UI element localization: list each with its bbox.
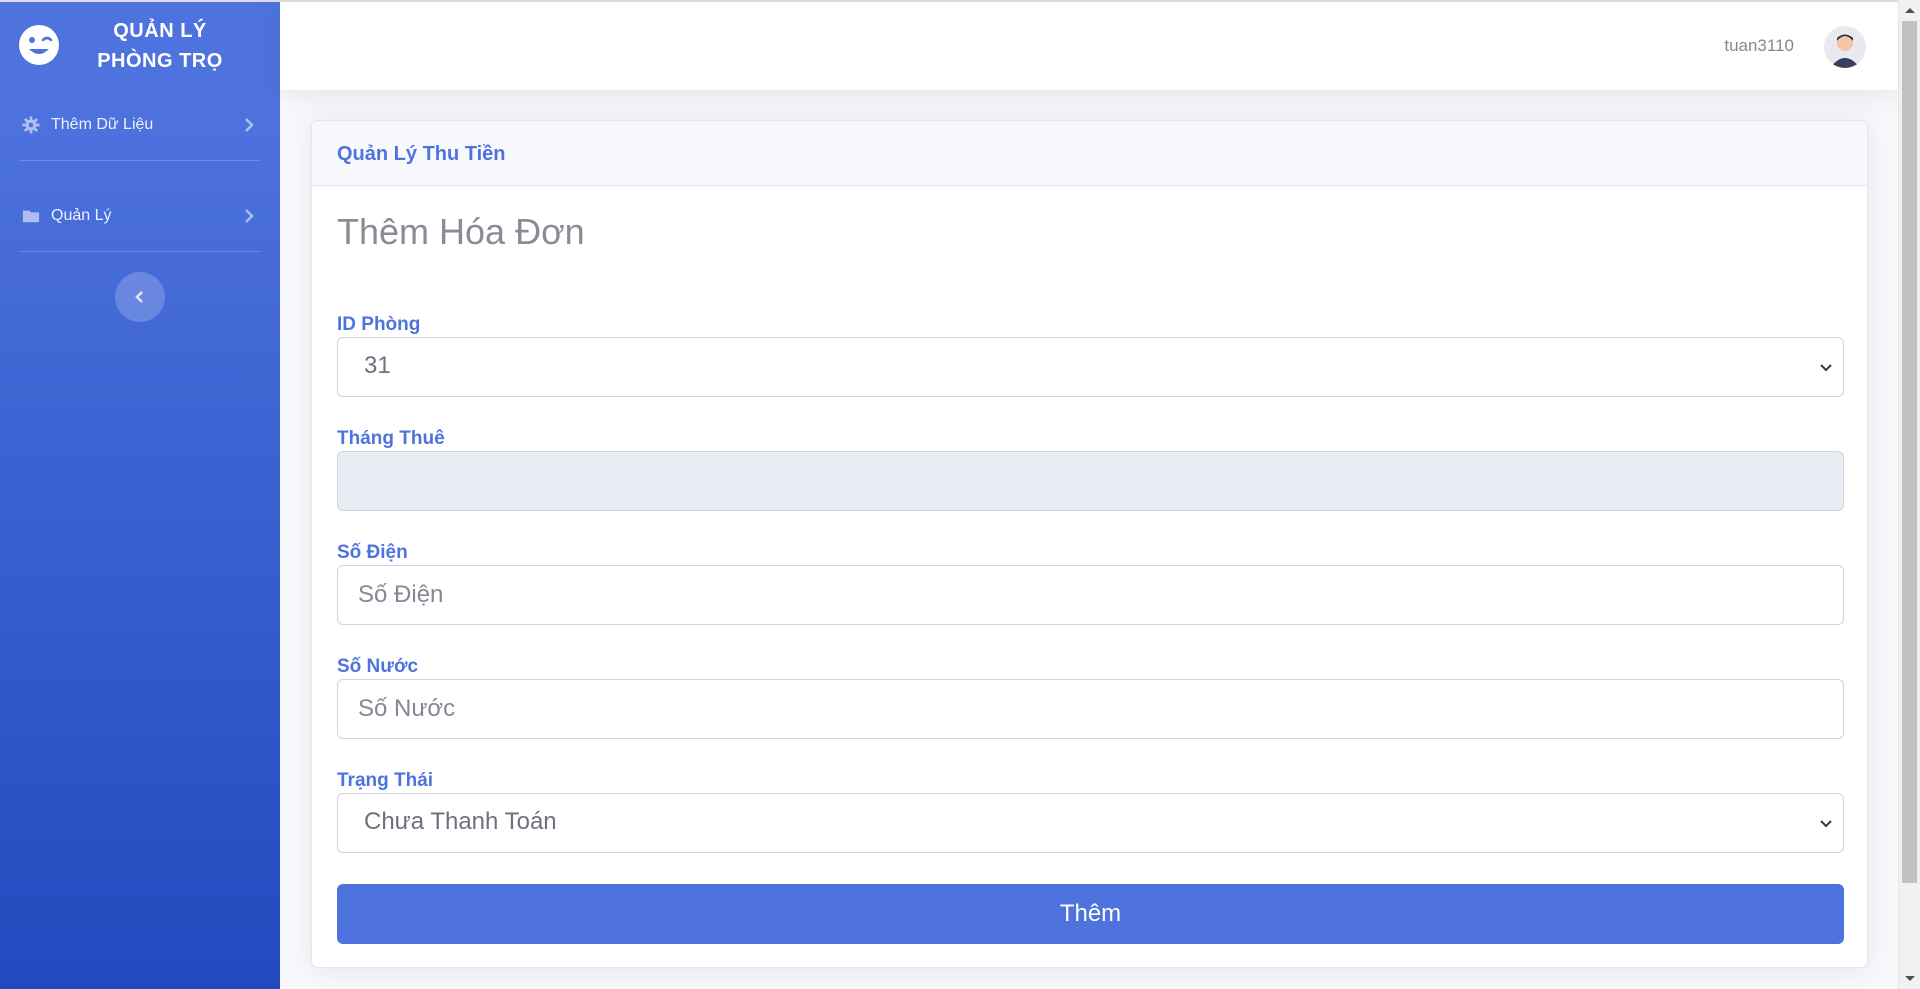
brand[interactable]: QUẢN LÝ PHÒNG TRỌ <box>0 0 280 90</box>
sidebar-divider <box>19 251 260 252</box>
electric-label: Số Điện <box>337 542 408 563</box>
user-avatar-icon[interactable] <box>1824 26 1866 68</box>
topbar: tuan3110 <box>280 2 1898 90</box>
chevron-down-icon <box>1820 820 1832 828</box>
billing-card: Quản Lý Thu Tiền Thêm Hóa Đơn ID Phòng 3… <box>311 120 1868 968</box>
page-scrollbar[interactable] <box>1898 0 1920 989</box>
chevron-down-icon <box>1820 364 1832 372</box>
window-top-border <box>0 0 1898 2</box>
card-header: Quản Lý Thu Tiền <box>312 121 1867 186</box>
form-title: Thêm Hóa Đơn <box>337 211 585 252</box>
sidebar-item-add-data[interactable]: Thêm Dữ Liệu <box>0 100 280 150</box>
sidebar: QUẢN LÝ PHÒNG TRỌ Thêm Dữ Liệu Quản Lý <box>0 0 280 989</box>
gear-icon <box>22 116 40 134</box>
scroll-down-icon[interactable] <box>1904 975 1916 983</box>
water-label: Số Nước <box>337 656 419 677</box>
chevron-left-icon <box>135 291 143 303</box>
brand-title: QUẢN LÝ PHÒNG TRỌ <box>80 16 240 76</box>
status-label: Trạng Thái <box>337 770 434 791</box>
rent-month-label: Tháng Thuê <box>337 428 445 449</box>
sidebar-item-manage[interactable]: Quản Lý <box>0 191 280 241</box>
sidebar-toggle-button[interactable] <box>115 272 165 322</box>
room-id-label: ID Phòng <box>337 314 421 335</box>
chevron-right-icon <box>245 118 254 132</box>
card-title: Quản Lý Thu Tiền <box>337 143 506 165</box>
chevron-right-icon <box>245 209 254 223</box>
username[interactable]: tuan3110 <box>1724 36 1794 56</box>
room-id-value: 31 <box>364 352 391 379</box>
electric-input[interactable] <box>337 565 1844 625</box>
status-select[interactable]: Chưa Thanh Toán <box>337 793 1844 853</box>
sidebar-divider <box>19 160 260 161</box>
sidebar-item-label: Thêm Dữ Liệu <box>51 116 154 133</box>
brand-title-line1: QUẢN LÝ <box>113 20 207 42</box>
rent-month-field <box>337 451 1844 511</box>
folder-icon <box>22 210 40 223</box>
scroll-up-icon[interactable] <box>1904 6 1916 14</box>
scroll-thumb[interactable] <box>1902 21 1917 883</box>
status-value: Chưa Thanh Toán <box>364 808 557 835</box>
brand-title-line2: PHÒNG TRỌ <box>97 50 223 72</box>
add-button[interactable]: Thêm <box>337 884 1844 944</box>
water-input[interactable] <box>337 679 1844 739</box>
winking-face-icon <box>19 25 59 65</box>
room-id-select[interactable]: 31 <box>337 337 1844 397</box>
sidebar-item-label: Quản Lý <box>51 207 112 224</box>
